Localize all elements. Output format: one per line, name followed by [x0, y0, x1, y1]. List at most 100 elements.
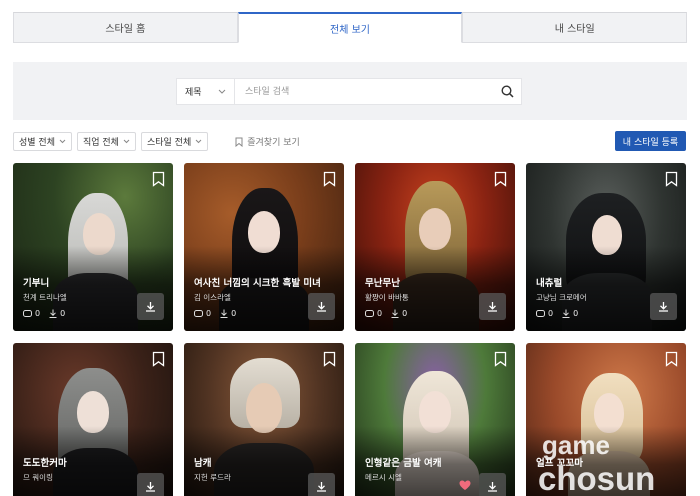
comment-icon [194, 309, 203, 317]
comment-count: 0 [536, 309, 553, 318]
style-filter[interactable]: 스타일 전체 [140, 132, 209, 151]
job-filter-label: 직업 전체 [82, 138, 119, 148]
download-icon [146, 302, 155, 312]
card-tags: 므 쿼이링 [23, 473, 53, 482]
card-title: 얼프 꼬꼬마 [536, 458, 584, 469]
download-count: 0 [562, 309, 578, 318]
bookmark-icon[interactable] [323, 351, 336, 367]
card-title: 도도한커마 [23, 458, 67, 469]
chevron-down-icon [123, 139, 130, 144]
download-button[interactable] [137, 293, 164, 320]
download-count: 0 [49, 309, 65, 318]
card-title: 여사친 너낌의 시크한 흑발 미녀 [194, 278, 321, 289]
download-count: 0 [220, 309, 236, 318]
card-stats: 0 0 [194, 309, 236, 318]
download-icon [317, 482, 326, 492]
filter-bar: 성별 전체 직업 전체 스타일 전체 즐겨찾기 보기 [13, 132, 300, 151]
bookmark-icon[interactable] [323, 171, 336, 187]
card-tags: 메르시 시엘 [365, 473, 402, 482]
style-card[interactable]: 내츄럴 고냥님 크로메어 0 0 [526, 163, 686, 331]
tab-view-all[interactable]: 전체 보기 [237, 12, 463, 43]
register-style-button[interactable]: 내 스타일 등록 [615, 131, 686, 151]
comment-count: 0 [23, 309, 40, 318]
card-tags: 고냥님 크로메어 [536, 293, 587, 302]
chevron-down-icon [218, 89, 226, 94]
download-button[interactable] [479, 293, 506, 320]
download-count-value: 0 [231, 309, 237, 318]
job-filter[interactable]: 직업 전체 [76, 132, 136, 151]
bookmark-icon[interactable] [494, 171, 507, 187]
style-card[interactable]: 무난무난 활쨩이 바바통 0 0 [355, 163, 515, 331]
download-small-icon [220, 309, 228, 318]
tab-bar: 스타일 홈 전체 보기 내 스타일 [13, 12, 688, 43]
download-icon [659, 302, 668, 312]
search-panel: 제목 [13, 62, 687, 120]
card-stats: 0 0 [536, 309, 578, 318]
download-small-icon [391, 309, 399, 318]
search-type-label: 제목 [185, 88, 202, 98]
download-count: 0 [391, 309, 407, 318]
style-card[interactable]: 여사친 너낌의 시크한 흑발 미녀 김 이스라엘 0 0 [184, 163, 344, 331]
tab-my-style[interactable]: 내 스타일 [462, 12, 688, 43]
comment-count-value: 0 [35, 309, 41, 318]
chevron-down-icon [195, 139, 202, 144]
comment-count-value: 0 [548, 309, 554, 318]
card-stats: 0 0 [365, 309, 407, 318]
chevron-down-icon [59, 139, 66, 144]
card-title: 기부니 [23, 278, 50, 289]
character-face [419, 208, 451, 250]
heart-icon[interactable] [459, 480, 471, 491]
comment-count: 0 [194, 309, 211, 318]
bookmark-icon[interactable] [152, 171, 165, 187]
bookmark-icon[interactable] [665, 351, 678, 367]
card-title: 인형같은 금발 여캐 [365, 458, 442, 469]
style-card[interactable]: 기부니 천계 트리나엘 0 0 [13, 163, 173, 331]
download-button[interactable] [650, 293, 677, 320]
search-icon [500, 85, 514, 98]
gender-filter-label: 성별 전체 [19, 138, 55, 148]
comment-icon [365, 309, 374, 317]
card-tags: 김 이스라엘 [194, 293, 231, 302]
download-button[interactable] [479, 473, 506, 496]
download-icon [488, 482, 497, 492]
bookmark-icon[interactable] [152, 351, 165, 367]
style-card[interactable]: 도도한커마 므 쿼이링 [13, 343, 173, 496]
search-box: 제목 [176, 78, 522, 105]
download-count-value: 0 [60, 309, 66, 318]
card-title: 남캐 [194, 458, 212, 469]
download-count-value: 0 [402, 309, 408, 318]
bookmark-icon [235, 137, 243, 147]
download-count-value: 0 [573, 309, 579, 318]
style-card[interactable]: 남캐 지헌 루드라 [184, 343, 344, 496]
download-button[interactable] [137, 473, 164, 496]
comment-count: 0 [365, 309, 382, 318]
comment-count-value: 0 [377, 309, 383, 318]
comment-icon [23, 309, 32, 317]
style-filter-label: 스타일 전체 [146, 138, 192, 148]
card-stats: 0 0 [23, 309, 65, 318]
gender-filter[interactable]: 성별 전체 [13, 132, 72, 151]
style-card[interactable]: 얼프 꼬꼬마 [526, 343, 686, 496]
bookmark-icon[interactable] [665, 171, 678, 187]
search-type-select[interactable]: 제목 [177, 79, 235, 104]
download-icon [146, 482, 155, 492]
search-button[interactable] [493, 79, 521, 104]
bookmark-icon[interactable] [494, 351, 507, 367]
search-input[interactable] [235, 79, 493, 104]
favorites-label: 즐겨찾기 보기 [247, 138, 300, 148]
style-card[interactable]: 인형같은 금발 여캐 메르시 시엘 [355, 343, 515, 496]
download-icon [317, 302, 326, 312]
download-button[interactable] [308, 473, 335, 496]
download-button[interactable] [308, 293, 335, 320]
card-title: 무난무난 [365, 278, 400, 289]
card-tags: 활쨩이 바바통 [365, 293, 409, 302]
comment-icon [536, 309, 545, 317]
download-small-icon [562, 309, 570, 318]
card-tags: 지헌 루드라 [194, 473, 231, 482]
download-small-icon [49, 309, 57, 318]
card-title: 내츄럴 [536, 278, 563, 289]
tab-style-home[interactable]: 스타일 홈 [13, 12, 238, 43]
download-icon [488, 302, 497, 312]
card-tags: 천계 트리나엘 [23, 293, 67, 302]
favorites-toggle[interactable]: 즐겨찾기 보기 [235, 135, 300, 148]
